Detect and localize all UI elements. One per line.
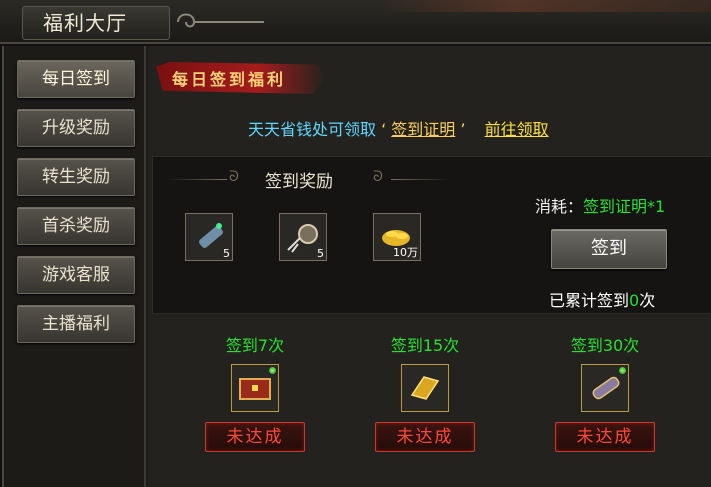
reward-item-3[interactable]: 10万: [373, 213, 421, 261]
banner-title: 每日签到福利: [172, 70, 287, 89]
window-title: 福利大厅: [22, 6, 170, 40]
milestone-label: 签到15次: [390, 336, 460, 355]
sidebar-item-daily-sign[interactable]: 每日签到: [17, 60, 135, 98]
reward-item-1[interactable]: 5: [185, 213, 233, 261]
cost-line: 消耗：签到证明*1: [535, 193, 665, 217]
hint-text: 天天省钱处可领取: [248, 120, 377, 139]
title-ornament: [172, 8, 272, 36]
accum-prefix: 已累计签到: [549, 291, 630, 310]
main-frame: 每日签到 升级奖励 转生奖励 首杀奖励 游戏客服 主播福利 每日签到福利 天天省…: [2, 46, 711, 487]
go-claim-link[interactable]: 前往领取: [485, 120, 549, 139]
sign-reward-panel: ᘐ 签到奖励 ᘐ 5 5 10万 消耗：签到证明*1 签到 已累计签到0次: [152, 156, 711, 314]
sidebar-item-first-kill-reward[interactable]: 首杀奖励: [17, 207, 135, 245]
sidebar-item-streamer-benefit[interactable]: 主播福利: [17, 305, 135, 343]
accumulated-sign: 已累计签到0次: [549, 287, 655, 311]
sidebar: 每日签到 升级奖励 转生奖励 首杀奖励 游戏客服 主播福利: [4, 46, 146, 487]
item-count: 5: [223, 247, 230, 260]
item-count: 10万: [393, 246, 418, 259]
scroll-ornament-icon: [177, 13, 264, 28]
reward-title: 签到奖励: [265, 172, 333, 192]
milestone-reward-slot[interactable]: [401, 364, 449, 412]
quote-close: ’: [460, 120, 466, 139]
divider-right: [391, 179, 451, 180]
reward-item-2[interactable]: 5: [279, 213, 327, 261]
milestone-15: 签到15次 未达成: [350, 332, 500, 452]
cost-label: 消耗：: [535, 197, 584, 216]
title-bar: 福利大厅: [0, 0, 711, 44]
availability-dot-icon: [619, 367, 626, 374]
milestone-reward-slot[interactable]: [581, 364, 629, 412]
sidebar-item-rebirth-reward[interactable]: 转生奖励: [17, 158, 135, 196]
divider-left: [167, 179, 227, 180]
swirl-left-icon: ᘐ: [229, 169, 239, 185]
hint-line: 天天省钱处可领取 ‘ 签到证明 ’ 前往领取: [248, 116, 549, 140]
accum-count: 0: [629, 291, 640, 310]
sign-proof-link[interactable]: 签到证明: [391, 120, 455, 139]
milestone-30: 签到30次 未达成: [530, 332, 680, 452]
sign-in-button[interactable]: 签到: [551, 229, 667, 269]
sidebar-item-customer-service[interactable]: 游戏客服: [17, 256, 135, 294]
not-achieved-button[interactable]: 未达成: [205, 422, 305, 452]
swirl-right-icon: ᘐ: [373, 169, 383, 185]
cost-value: 签到证明*1: [583, 197, 666, 216]
not-achieved-button[interactable]: 未达成: [555, 422, 655, 452]
milestone-7: 签到7次 未达成: [180, 332, 330, 452]
sidebar-item-level-reward[interactable]: 升级奖励: [17, 109, 135, 147]
not-achieved-button[interactable]: 未达成: [375, 422, 475, 452]
gold-ingot-icon: [410, 376, 440, 400]
content-area: 每日签到福利 天天省钱处可领取 ‘ 签到证明 ’ 前往领取 ᘐ 签到奖励 ᘐ 5: [148, 46, 711, 487]
item-count: 5: [317, 247, 324, 260]
quote-open: ‘: [381, 120, 387, 139]
milestone-label: 签到7次: [225, 336, 285, 355]
accum-suffix: 次: [639, 291, 656, 310]
top-glow: [380, 0, 711, 12]
milestone-reward-slot[interactable]: [231, 364, 279, 412]
milestone-label: 签到30次: [570, 336, 640, 355]
availability-dot-icon: [269, 367, 276, 374]
